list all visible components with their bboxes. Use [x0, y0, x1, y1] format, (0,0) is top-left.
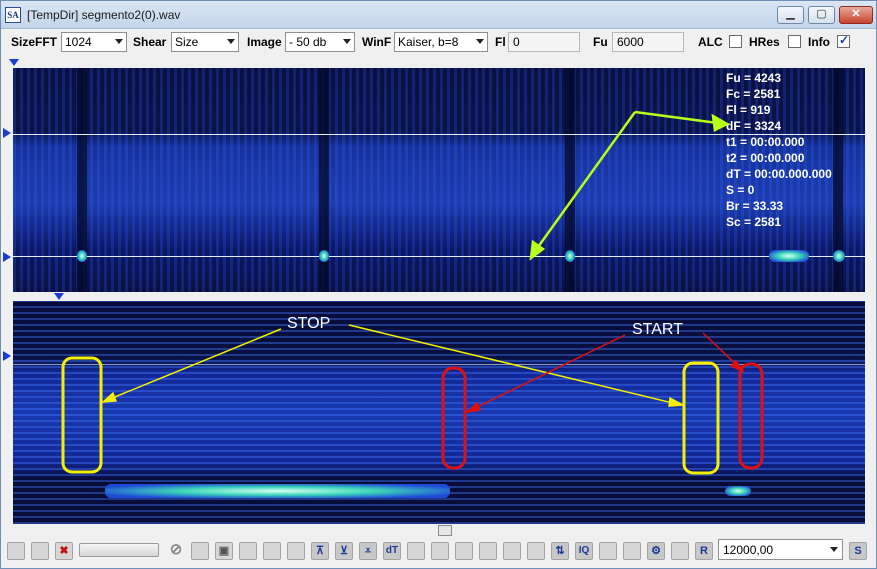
- freq-marker-lower[interactable]: [3, 252, 11, 262]
- play-icon[interactable]: [191, 542, 209, 560]
- fl-label: Fl: [495, 35, 506, 49]
- time-marker-bottom[interactable]: [54, 293, 64, 300]
- open-icon[interactable]: [7, 542, 25, 560]
- start-arrow-line: [468, 334, 626, 412]
- freq-down-icon[interactable]: ⊻: [335, 542, 353, 560]
- winf-value: Kaiser, b=8: [398, 35, 459, 49]
- close-button[interactable]: ✕: [839, 6, 873, 24]
- freq-marker-bottom[interactable]: [3, 351, 11, 361]
- sizefft-label: SizeFFT: [11, 35, 58, 49]
- image-select[interactable]: - 50 db: [285, 32, 355, 52]
- alc-label: ALC: [698, 35, 723, 49]
- fu-label: Fu: [593, 35, 608, 49]
- dt-button[interactable]: dT: [383, 542, 401, 560]
- winf-label: WinF: [362, 35, 392, 49]
- start-box-right: [738, 362, 764, 470]
- stop-arrow-line: [104, 328, 282, 402]
- zoom-icon[interactable]: [263, 542, 281, 560]
- swap-icon[interactable]: ⇅: [551, 542, 569, 560]
- shear-label: Shear: [133, 35, 167, 49]
- hres-label: HRes: [749, 35, 780, 49]
- sample-rate-select[interactable]: 12000,00: [718, 539, 843, 560]
- shear-select[interactable]: Size: [171, 32, 239, 52]
- tool-icon[interactable]: [623, 542, 641, 560]
- app-window: SA [TempDir] segmento2(0).wav ▁ ▢ ✕ Size…: [0, 0, 877, 569]
- freq-both-icon[interactable]: ⩡: [359, 542, 377, 560]
- image-value: - 50 db: [289, 35, 327, 49]
- title-bar[interactable]: SA [TempDir] segmento2(0).wav ▁ ▢ ✕: [1, 1, 876, 29]
- start-arrowhead: [729, 359, 746, 373]
- tool-icon[interactable]: [599, 542, 617, 560]
- df-annotation-arrows: [529, 110, 730, 261]
- tool-icon[interactable]: [431, 542, 449, 560]
- image-label: Image: [247, 35, 282, 49]
- stop-arrowhead: [668, 396, 686, 407]
- start-arrowhead: [464, 401, 482, 414]
- tool-icon[interactable]: [527, 542, 545, 560]
- tool-icon[interactable]: [479, 542, 497, 560]
- info-label: Info: [808, 35, 830, 49]
- alc-checkbox[interactable]: [729, 35, 742, 48]
- sizefft-select[interactable]: 1024: [61, 32, 127, 52]
- filter-icon[interactable]: [287, 542, 305, 560]
- stop-box-right: [682, 361, 720, 475]
- info-checkbox[interactable]: [837, 33, 850, 48]
- freq-marker-upper[interactable]: [3, 128, 11, 138]
- start-box-left: [441, 366, 467, 470]
- save-icon[interactable]: [31, 542, 49, 560]
- maximize-button[interactable]: ▢: [808, 6, 835, 24]
- chevron-down-icon: [115, 39, 123, 44]
- settings-gear-icon[interactable]: ⚙: [647, 542, 665, 560]
- window-title: [TempDir] segmento2(0).wav: [27, 8, 181, 22]
- fl-field[interactable]: 0: [508, 32, 580, 52]
- stop-arrowhead: [100, 391, 118, 403]
- frame-icon[interactable]: ▣: [215, 542, 233, 560]
- spectrogram-panel[interactable]: Fu = 4243 Fc = 2581 Fl = 919 dF = 3324 t…: [13, 68, 865, 292]
- r-button[interactable]: R: [695, 542, 713, 560]
- stop-start-annotations: [61, 324, 764, 475]
- minimize-button[interactable]: ▁: [777, 6, 804, 24]
- iq-button[interactable]: IQ: [575, 542, 593, 560]
- sizefft-value: 1024: [65, 35, 92, 49]
- chevron-down-icon: [830, 547, 838, 552]
- mark-icon[interactable]: [239, 542, 257, 560]
- tool-icon[interactable]: [503, 542, 521, 560]
- chevron-down-icon: [227, 39, 235, 44]
- main-toolbar: SizeFFT 1024 Shear Size Image - 50 db Wi…: [5, 31, 874, 53]
- shear-value: Size: [175, 35, 199, 49]
- sample-rate-value: 12000,00: [723, 543, 774, 557]
- chevron-down-icon: [476, 39, 484, 44]
- app-icon: SA: [5, 7, 21, 23]
- bottom-toolbar: ✖ ⊘ ▣ ⊼ ⊻ ⩡ dT ⇅ IQ ⚙ R 12000,00 S: [1, 534, 876, 568]
- time-marker-top[interactable]: [9, 59, 19, 66]
- stop-box-left: [61, 356, 103, 474]
- green-arrow-line: [531, 111, 637, 255]
- fu-field[interactable]: 6000: [612, 32, 684, 52]
- chevron-down-icon: [343, 39, 351, 44]
- winf-select[interactable]: Kaiser, b=8: [394, 32, 488, 52]
- copy-icon[interactable]: [671, 542, 689, 560]
- start-label: START: [632, 321, 683, 338]
- green-arrowhead: [711, 113, 730, 132]
- freq-up-icon[interactable]: ⊼: [311, 542, 329, 560]
- hres-checkbox[interactable]: [788, 35, 801, 48]
- zoom-spectrogram-panel[interactable]: STOP START: [13, 301, 865, 524]
- stop-label: STOP: [287, 315, 331, 332]
- stop-icon[interactable]: ⊘: [167, 542, 185, 560]
- tool-icon[interactable]: [407, 542, 425, 560]
- s-button[interactable]: S: [849, 542, 867, 560]
- tool-icon[interactable]: [455, 542, 473, 560]
- delete-icon[interactable]: ✖: [55, 542, 73, 560]
- position-slider[interactable]: [79, 543, 159, 557]
